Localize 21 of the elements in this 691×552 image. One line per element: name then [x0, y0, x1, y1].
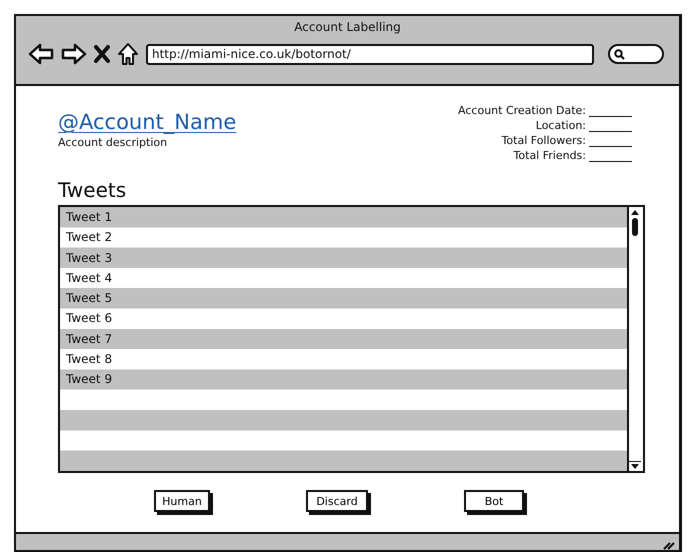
field-label: Location: [536, 119, 586, 132]
tweet-row[interactable]: Tweet 2 [60, 227, 627, 248]
tweet-row[interactable]: Tweet 8 [60, 349, 627, 370]
tweet-row[interactable]: Tweet 4 [60, 268, 627, 288]
tweet-row[interactable]: Tweet 7 [60, 328, 627, 350]
window-title: Account Labelling [294, 20, 401, 34]
tweet-row[interactable]: Tweet 6 [60, 308, 627, 329]
account-description: Account description [58, 136, 168, 149]
tweet-row[interactable]: Tweet 5 [60, 288, 627, 308]
tweet-row[interactable]: Tweet 1 [60, 207, 627, 228]
field-label: Total Friends: [514, 149, 586, 162]
human-button[interactable]: Human [154, 490, 210, 512]
bot-button[interactable]: Bot [464, 490, 524, 512]
section-title: Tweets [58, 178, 128, 202]
tweet-row[interactable]: Tweet 9 [60, 369, 627, 390]
field-label: Total Followers: [502, 134, 586, 147]
field-label: Account Creation Date: [458, 104, 586, 117]
account-name-link[interactable]: @Account_Name [58, 110, 236, 134]
tweet-row[interactable]: Tweet 3 [60, 248, 627, 268]
url-field[interactable]: http://miami-nice.co.uk/botornot/ [146, 44, 594, 64]
discard-button[interactable]: Discard [306, 490, 368, 512]
